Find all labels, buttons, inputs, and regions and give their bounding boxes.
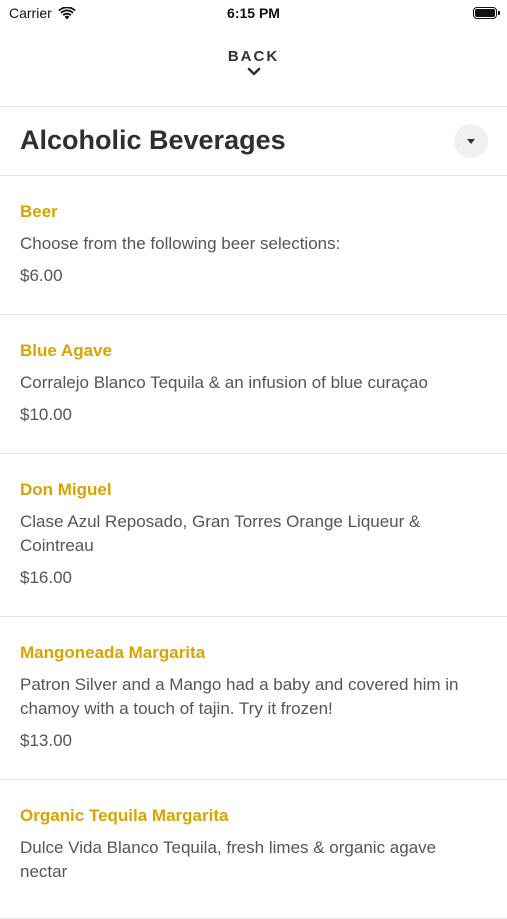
item-price: $13.00 — [20, 731, 72, 750]
list-item[interactable]: Don Miguel Clase Azul Reposado, Gran Tor… — [0, 454, 507, 617]
triangle-down-icon — [467, 138, 475, 144]
item-description: Patron Silver and a Mango had a baby and… — [20, 675, 459, 718]
menu-item-list: Beer Choose from the following beer sele… — [0, 175, 507, 919]
item-description: Clase Azul Reposado, Gran Torres Orange … — [20, 512, 421, 555]
list-item[interactable]: Blue Agave Corralejo Blanco Tequila & an… — [0, 315, 507, 454]
item-description: Choose from the following beer selection… — [20, 234, 341, 253]
list-item[interactable]: Mangoneada Margarita Patron Silver and a… — [0, 617, 507, 780]
status-time: 6:15 PM — [227, 5, 280, 21]
battery-icon — [473, 7, 500, 19]
item-name: Organic Tequila Margarita — [20, 806, 229, 825]
list-item[interactable]: Organic Tequila Margarita Dulce Vida Bla… — [0, 780, 507, 919]
back-button[interactable]: BACK — [0, 48, 507, 77]
item-price: $10.00 — [20, 405, 72, 424]
item-name: Don Miguel — [20, 480, 112, 499]
list-item[interactable]: Beer Choose from the following beer sele… — [0, 176, 507, 315]
page-title: Alcoholic Beverages — [20, 125, 286, 155]
item-price: $16.00 — [20, 568, 72, 587]
category-dropdown-button[interactable] — [454, 124, 488, 158]
item-price: $6.00 — [20, 266, 63, 285]
chevron-down-icon — [247, 67, 260, 76]
item-description: Corralejo Blanco Tequila & an infusion o… — [20, 373, 428, 392]
item-name: Blue Agave — [20, 341, 112, 360]
status-bar: Carrier 6:15 PM — [0, 0, 507, 28]
back-label: BACK — [227, 48, 280, 65]
item-name: Beer — [20, 202, 58, 221]
item-name: Mangoneada Margarita — [20, 643, 206, 662]
item-description: Dulce Vida Blanco Tequila, fresh limes &… — [20, 838, 437, 881]
category-header: Alcoholic Beverages — [0, 107, 507, 175]
